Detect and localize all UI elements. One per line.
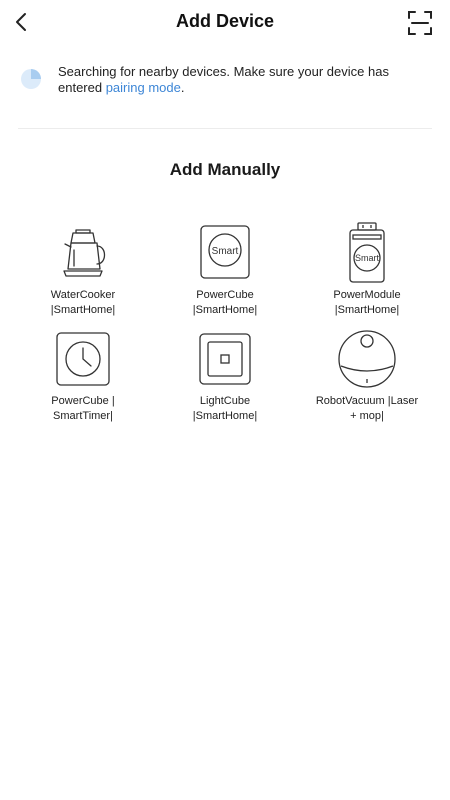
header: Add Device <box>0 0 450 46</box>
device-item-powercube-timer[interactable]: PowerCube | SmartTimer| <box>12 328 154 424</box>
divider <box>18 128 432 129</box>
device-label: PowerCube | SmartTimer| <box>51 395 115 422</box>
search-message: Searching for nearby devices. Make sure … <box>58 64 428 96</box>
device-item-powercube[interactable]: Smart PowerCube |SmartHome| <box>154 222 296 318</box>
search-status: Searching for nearby devices. Make sure … <box>18 62 432 102</box>
light-switch-icon <box>199 333 251 385</box>
device-label: WaterCooker |SmartHome| <box>50 289 116 316</box>
robot-vacuum-icon <box>338 330 396 388</box>
scan-qr-icon <box>408 11 432 35</box>
smart-icon-text: Smart <box>212 246 239 257</box>
device-item-watercooker[interactable]: WaterCooker |SmartHome| <box>12 222 154 318</box>
page-title: Add Device <box>175 11 275 31</box>
device-label: LightCube |SmartHome| <box>192 395 258 422</box>
searching-spinner-icon <box>21 69 41 89</box>
timer-plug-icon <box>56 332 110 386</box>
kettle-icon <box>63 229 106 277</box>
power-module-icon: Smart <box>349 222 385 283</box>
device-label: RobotVacuum |Laser + mop| <box>315 395 419 422</box>
search-message-suffix: . <box>180 80 185 95</box>
add-device-screen: Add Device Searching for nearby devices.… <box>0 0 450 800</box>
device-label: PowerCube |SmartHome| <box>192 289 258 316</box>
device-item-powermodule[interactable]: Smart PowerModule |SmartHome| <box>296 222 438 318</box>
device-item-lightcube[interactable]: LightCube |SmartHome| <box>154 328 296 424</box>
smart-icon-text: Smart <box>355 253 380 263</box>
pairing-mode-link[interactable]: pairing mode <box>106 80 181 95</box>
scan-button[interactable] <box>406 9 434 37</box>
section-title: Add Manually <box>169 160 281 179</box>
device-item-robotvacuum[interactable]: RobotVacuum |Laser + mop| <box>296 328 438 424</box>
device-label: PowerModule |SmartHome| <box>333 289 401 316</box>
device-grid: WaterCooker |SmartHome| Smart PowerCube … <box>12 222 438 424</box>
smart-plug-icon: Smart <box>200 225 250 279</box>
